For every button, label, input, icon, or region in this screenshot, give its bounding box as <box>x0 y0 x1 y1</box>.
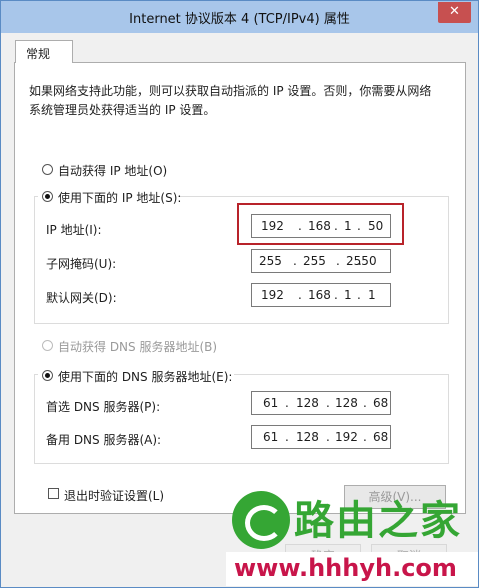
alternate-dns-field[interactable]: 61 . 128 . 192 . 68 <box>251 425 391 449</box>
window-title: Internet 协议版本 4 (TCP/IPv4) 属性 <box>129 12 350 27</box>
pdns-octet-4: 68 <box>373 396 389 410</box>
subnet-mask-field[interactable]: 255 . 255 . 255 . 0 <box>251 249 391 273</box>
validate-label[interactable]: 退出时验证设置(L) <box>64 487 164 504</box>
subnet-mask-label: 子网掩码(U): <box>46 257 117 271</box>
manual-ip-label[interactable]: 使用下面的 IP 地址(S): <box>58 189 181 206</box>
gateway-octet-1: 192 <box>261 288 284 302</box>
watermark-url: www.hhhyh.com <box>234 554 457 582</box>
gateway-octet-4: 1 <box>368 288 376 302</box>
gateway-label: 默认网关(D): <box>46 291 117 305</box>
adns-octet-1: 61 <box>263 430 279 444</box>
pdns-octet-2: 128 <box>296 396 319 410</box>
dns-group-box <box>34 374 449 464</box>
ip-address-highlight <box>237 203 404 245</box>
alternate-dns-label: 备用 DNS 服务器(A): <box>46 433 162 447</box>
preferred-dns-field[interactable]: 61 . 128 . 128 . 68 <box>251 391 391 415</box>
preferred-dns-label: 首选 DNS 服务器(P): <box>46 400 161 414</box>
gateway-octet-3: 1 <box>344 288 352 302</box>
radio-manual-ip[interactable] <box>42 191 53 202</box>
mask-octet-2: 255 <box>303 254 326 268</box>
manual-dns-label[interactable]: 使用下面的 DNS 服务器地址(E): <box>58 368 232 385</box>
adns-octet-4: 68 <box>373 430 389 444</box>
adns-octet-3: 192 <box>335 430 358 444</box>
pdns-octet-1: 61 <box>263 396 279 410</box>
radio-manual-dns[interactable] <box>42 370 53 381</box>
watermark-logo-icon <box>232 491 290 549</box>
watermark-url-box: www.hhhyh.com <box>226 552 478 586</box>
close-button[interactable]: ✕ <box>438 2 471 23</box>
watermark-brand: 路由之家 <box>294 498 462 544</box>
ip-address-label: IP 地址(I): <box>46 223 102 237</box>
title-bar[interactable]: Internet 协议版本 4 (TCP/IPv4) 属性 ✕ <box>1 1 478 33</box>
auto-dns-label[interactable]: 自动获得 DNS 服务器地址(B) <box>58 338 217 355</box>
auto-ip-label[interactable]: 自动获得 IP 地址(O) <box>58 162 167 179</box>
mask-octet-4: 0 <box>369 254 377 268</box>
radio-auto-ip[interactable] <box>42 164 53 175</box>
gateway-octet-2: 168 <box>308 288 331 302</box>
radio-auto-dns[interactable] <box>42 340 53 351</box>
pdns-octet-3: 128 <box>335 396 358 410</box>
validate-checkbox[interactable] <box>48 488 59 499</box>
tab-general[interactable]: 常规 <box>15 40 73 63</box>
tab-general-label: 常规 <box>26 47 51 61</box>
gateway-field[interactable]: 192 . 168 . 1 . 1 <box>251 283 391 307</box>
description-text: 如果网络支持此功能，则可以获取自动指派的 IP 设置。否则，你需要从网络系统管理… <box>29 84 432 117</box>
mask-octet-1: 255 <box>259 254 282 268</box>
adns-octet-2: 128 <box>296 430 319 444</box>
